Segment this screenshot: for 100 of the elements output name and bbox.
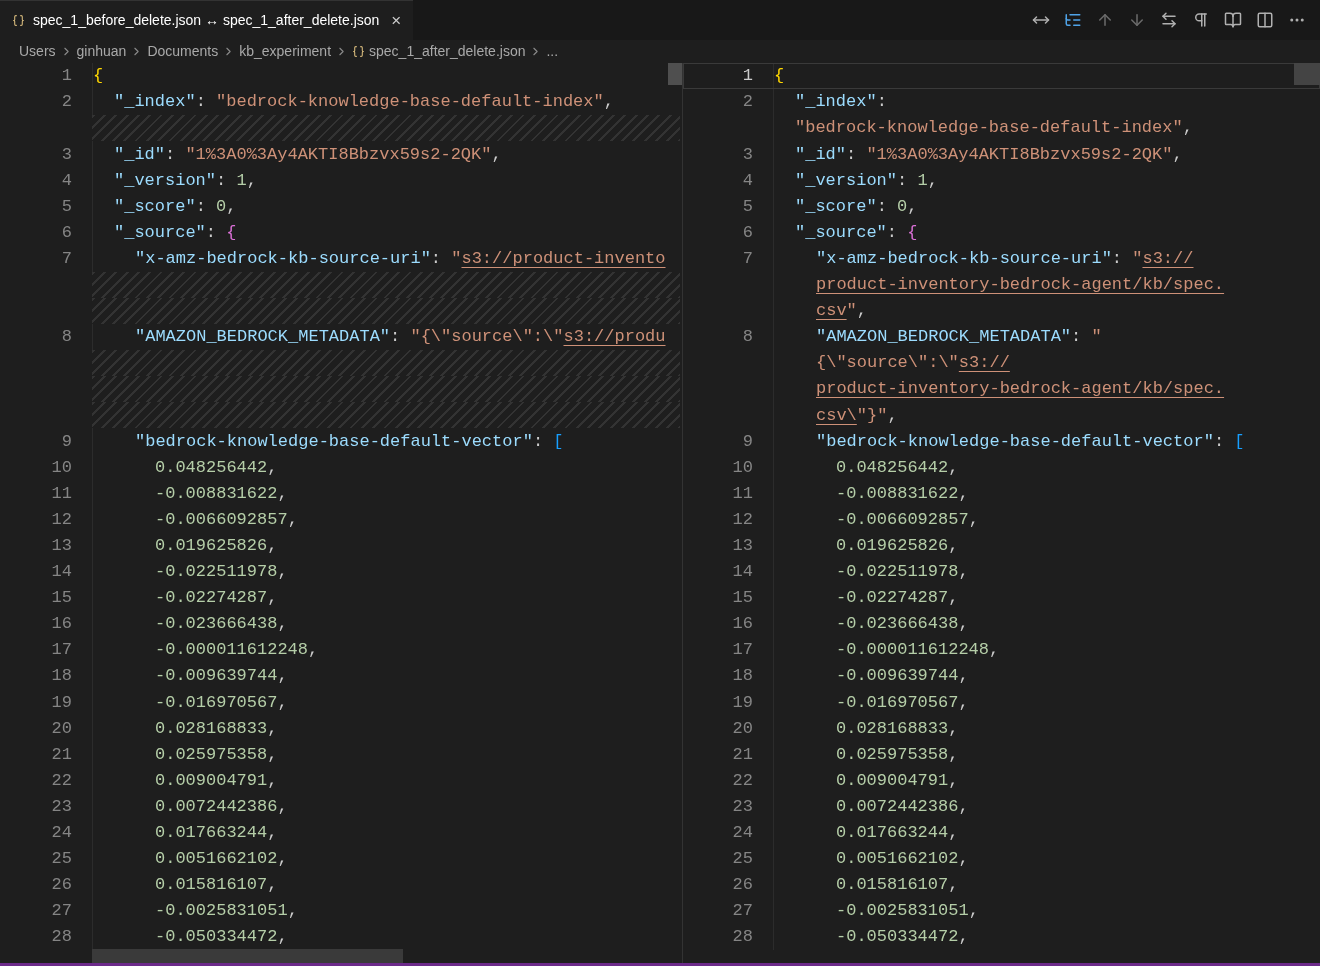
json-key: "_score" bbox=[795, 193, 877, 220]
punctuation: : bbox=[1071, 326, 1083, 349]
punctuation: : bbox=[532, 430, 545, 453]
line-number: 3 bbox=[61, 143, 72, 166]
punctuation: , bbox=[948, 456, 959, 479]
breadcrumb-item[interactable]: spec_1_after_delete.json bbox=[369, 41, 526, 62]
number-value: -0.023666438 bbox=[155, 613, 278, 636]
line-number: 22 bbox=[732, 769, 753, 792]
line-number: 17 bbox=[51, 639, 72, 662]
punctuation: , bbox=[267, 456, 278, 479]
breadcrumb-item[interactable]: Users bbox=[19, 41, 56, 62]
punctuation: , bbox=[267, 535, 278, 557]
link-text[interactable]: product-inventory-bedrock-agent/kb/spec. bbox=[816, 272, 1225, 298]
line-number: 17 bbox=[732, 639, 753, 662]
number-value: -0.008831622 bbox=[836, 482, 959, 505]
line-number: 18 bbox=[732, 665, 753, 688]
link-text[interactable]: s3:// bbox=[1142, 245, 1194, 272]
line-number: 22 bbox=[51, 769, 72, 792]
number-value: -0.02274287 bbox=[836, 587, 949, 610]
line-number: 10 bbox=[732, 456, 753, 479]
json-key: "AMAZON_BEDROCK_METADATA" bbox=[816, 324, 1072, 350]
string-value: "1%3A0%3Ay4AKTI8Bbzvx59s2-2QK" bbox=[185, 143, 492, 166]
breadcrumb-item[interactable]: kb_experiment bbox=[239, 41, 332, 62]
number-value: 0.009004791 bbox=[155, 769, 268, 792]
number-value: 0.0072442386 bbox=[836, 795, 959, 818]
line-number: 8 bbox=[742, 326, 753, 349]
string-value: "}" bbox=[856, 404, 888, 427]
punctuation: : bbox=[165, 143, 177, 166]
close-button[interactable]: × bbox=[391, 12, 402, 29]
bracket: { bbox=[93, 65, 104, 88]
number-value: 0.019625826 bbox=[155, 535, 268, 557]
json-key: "_id" bbox=[795, 141, 846, 168]
line-number: 21 bbox=[51, 743, 72, 766]
punctuation: , bbox=[958, 795, 969, 818]
line-number: 2 bbox=[61, 91, 72, 114]
line-number: 11 bbox=[732, 482, 753, 505]
line-number: 4 bbox=[742, 169, 753, 192]
bracket: [ bbox=[553, 430, 564, 453]
number-value: -0.009639744 bbox=[155, 665, 278, 688]
line-number: 15 bbox=[51, 587, 72, 610]
link-text[interactable]: s3://product-invento bbox=[461, 245, 666, 272]
line-number: 14 bbox=[732, 561, 753, 584]
line-number: 14 bbox=[51, 561, 72, 584]
breadcrumb-item[interactable]: Documents bbox=[147, 41, 219, 62]
punctuation: , bbox=[958, 926, 969, 949]
json-key: "x-amz-bedrock-kb-source-uri" bbox=[135, 245, 431, 272]
number-value: 0.0051662102 bbox=[836, 848, 959, 871]
scrollbar-thumb[interactable] bbox=[668, 63, 682, 85]
line-number: 16 bbox=[51, 613, 72, 636]
line-number: 1 bbox=[61, 65, 72, 88]
number-value: 0.025975358 bbox=[836, 743, 949, 766]
string-value: "bedrock-knowledge-base-default-index" bbox=[795, 117, 1183, 140]
number-value: -0.022511978 bbox=[836, 561, 959, 584]
link-text[interactable]: product-inventory-bedrock-agent/kb/spec. bbox=[816, 376, 1225, 402]
punctuation: : bbox=[195, 195, 207, 218]
overview-ruler bbox=[1294, 63, 1320, 85]
punctuation: : bbox=[886, 221, 899, 244]
link-text[interactable]: csv\ bbox=[816, 402, 857, 428]
punctuation: , bbox=[267, 822, 278, 844]
number-value: 0.028168833 bbox=[836, 717, 949, 740]
line-number: 28 bbox=[51, 926, 72, 949]
line-number: 12 bbox=[732, 508, 753, 531]
punctuation: , bbox=[948, 874, 959, 897]
json-key: "_index" bbox=[795, 89, 877, 115]
line-number: 11 bbox=[51, 482, 72, 505]
link-text[interactable]: csv bbox=[816, 298, 847, 324]
punctuation: : bbox=[897, 169, 909, 192]
punctuation: , bbox=[267, 743, 278, 766]
bracket: { bbox=[226, 221, 237, 244]
line-number: 13 bbox=[732, 535, 753, 557]
link-text[interactable]: s3://produ bbox=[563, 324, 666, 350]
link-text[interactable]: s3:// bbox=[958, 350, 1010, 376]
breadcrumb-item[interactable]: ginhuan bbox=[76, 41, 127, 62]
line-number: 9 bbox=[742, 430, 753, 453]
number-value: -0.009639744 bbox=[836, 665, 959, 688]
json-key: "_version" bbox=[114, 167, 217, 194]
line-number: 25 bbox=[51, 848, 72, 871]
number-value: -0.0025831051 bbox=[155, 900, 288, 923]
line-number: 5 bbox=[742, 195, 753, 218]
punctuation: , bbox=[907, 195, 918, 218]
line-number: 8 bbox=[61, 326, 72, 349]
punctuation: , bbox=[491, 143, 502, 166]
punctuation: , bbox=[948, 587, 959, 610]
breadcrumb-item[interactable]: ... bbox=[546, 41, 559, 62]
horizontal-scrollbar[interactable] bbox=[92, 949, 403, 963]
line-number: 18 bbox=[51, 665, 72, 688]
line-number: 25 bbox=[732, 848, 753, 871]
punctuation: , bbox=[226, 195, 237, 218]
number-value: 0.0051662102 bbox=[155, 848, 278, 871]
editor-tab[interactable]: spec_1_before_delete.json ↔ spec_1_after_delete.json × bbox=[0, 0, 414, 40]
number-value: -0.016970567 bbox=[836, 691, 959, 714]
line-number: 20 bbox=[51, 717, 72, 740]
punctuation: , bbox=[989, 639, 1000, 662]
punctuation: , bbox=[267, 587, 278, 610]
line-number: 4 bbox=[61, 169, 72, 192]
line-number: 13 bbox=[51, 535, 72, 557]
punctuation: , bbox=[277, 482, 288, 505]
line-number: 28 bbox=[732, 926, 753, 949]
string-value: "{\"source\":\" bbox=[410, 326, 564, 349]
line-number: 6 bbox=[61, 221, 72, 244]
